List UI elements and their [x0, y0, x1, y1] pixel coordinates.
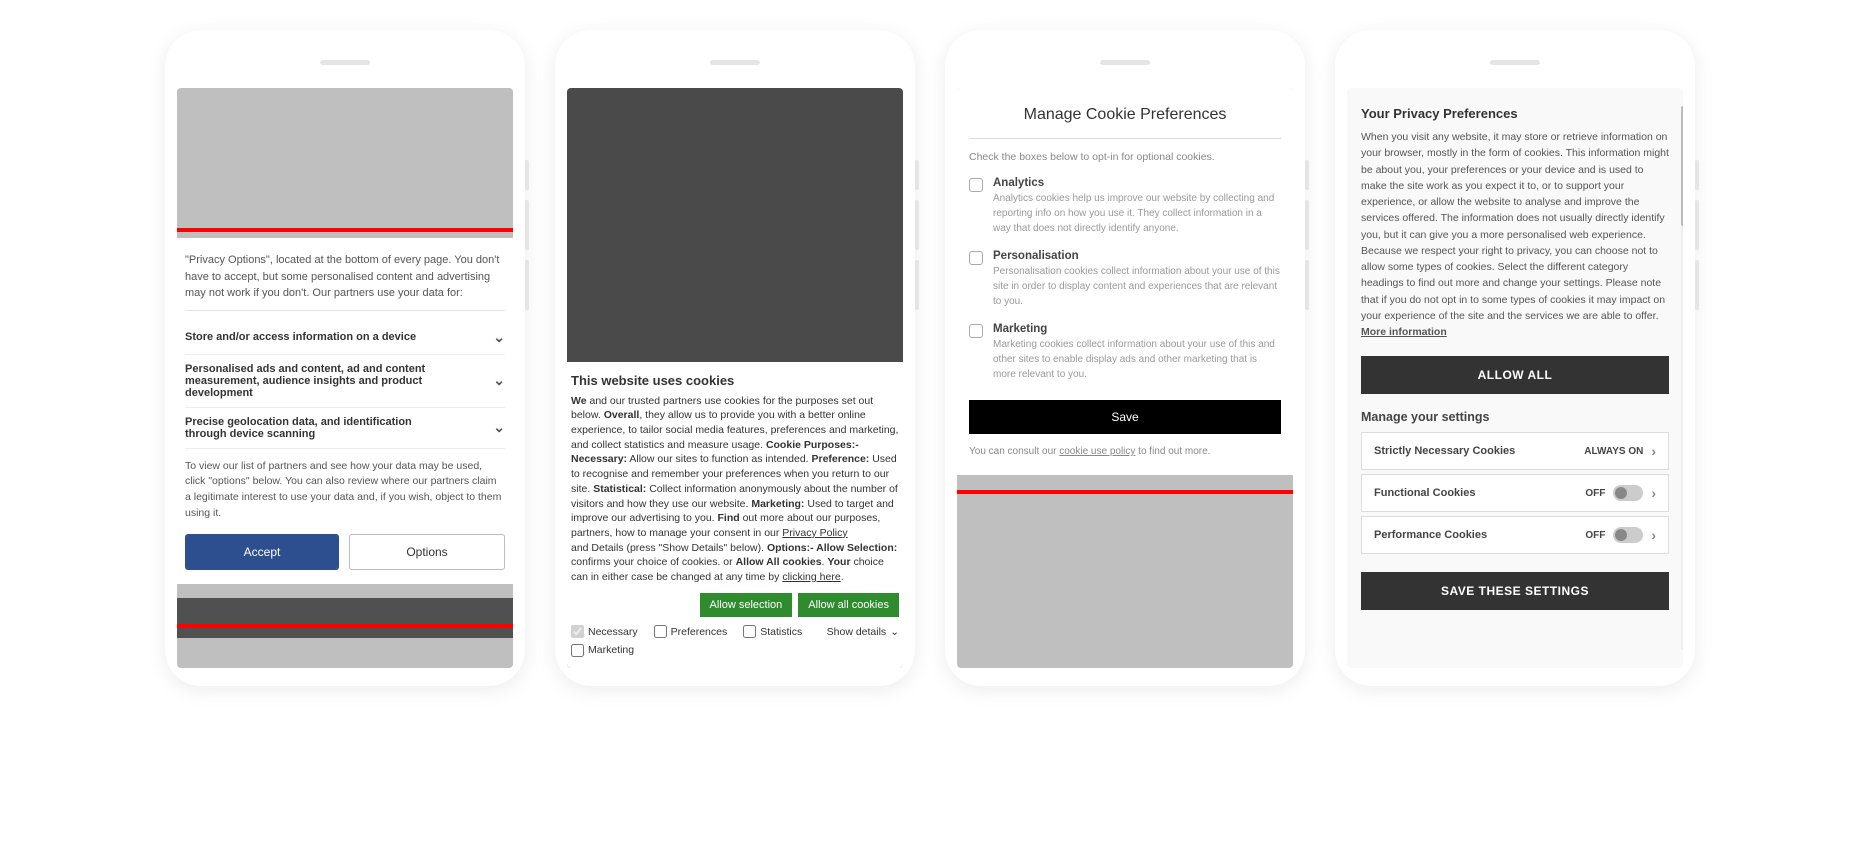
statistics-checkbox[interactable]: Statistics — [743, 625, 802, 640]
preferences-checkbox[interactable]: Preferences — [654, 625, 728, 640]
setting-state: ALWAYS ON — [1584, 446, 1643, 457]
modal-title: This website uses cookies — [571, 372, 899, 390]
phone-screen: "Privacy Options", located at the bottom… — [177, 88, 513, 668]
option-description: Marketing cookies collect information ab… — [993, 337, 1281, 382]
modal-title: Your Privacy Preferences — [1361, 106, 1669, 121]
personalisation-checkbox[interactable] — [969, 251, 983, 265]
allow-selection-button[interactable]: Allow selection — [700, 593, 793, 617]
phone-side-button — [1305, 260, 1309, 310]
setting-label: Performance Cookies — [1374, 529, 1487, 541]
modal-body-text: We and our trusted partners use cookies … — [571, 394, 899, 585]
cookie-policy-link[interactable]: cookie use policy — [1059, 446, 1135, 457]
chevron-down-icon: ⌄ — [493, 372, 505, 389]
cookie-preferences-modal: Manage Cookie Preferences Check the boxe… — [957, 88, 1293, 475]
phone-mockup-1: "Privacy Options", located at the bottom… — [165, 30, 525, 686]
setting-performance[interactable]: Performance Cookies OFF › — [1361, 516, 1669, 554]
setting-strictly-necessary[interactable]: Strictly Necessary Cookies ALWAYS ON › — [1361, 432, 1669, 470]
phone-speaker — [710, 60, 760, 65]
phone-side-button — [1695, 260, 1699, 310]
toggle-switch[interactable] — [1613, 485, 1643, 501]
purpose-label: Precise geolocation data, and identifica… — [185, 416, 445, 440]
marketing-checkbox[interactable]: Marketing — [571, 643, 899, 658]
setting-functional[interactable]: Functional Cookies OFF › — [1361, 474, 1669, 512]
cookie-option-analytics: Analytics Analytics cookies help us impr… — [969, 177, 1281, 236]
phone-side-button — [525, 160, 529, 190]
cookie-option-marketing: Marketing Marketing cookies collect info… — [969, 323, 1281, 382]
phone-screen: This website uses cookies We and our tru… — [567, 88, 903, 668]
purpose-label: Personalised ads and content, ad and con… — [185, 363, 445, 399]
setting-state: OFF — [1585, 488, 1605, 499]
phone-side-button — [1305, 200, 1309, 250]
phone-side-button — [1695, 160, 1699, 190]
setting-label: Functional Cookies — [1374, 487, 1475, 499]
phone-side-button — [915, 160, 919, 190]
save-button[interactable]: Save — [969, 400, 1281, 434]
phone-side-button — [1695, 200, 1699, 250]
phone-mockup-4: Your Privacy Preferences When you visit … — [1335, 30, 1695, 686]
options-button[interactable]: Options — [349, 534, 505, 570]
save-settings-button[interactable]: SAVE THESE SETTINGS — [1361, 572, 1669, 610]
option-description: Personalisation cookies collect informat… — [993, 264, 1281, 309]
consent-note-text: To view our list of partners and see how… — [185, 459, 505, 522]
chevron-down-icon: ⌄ — [493, 419, 505, 436]
purpose-row[interactable]: Precise geolocation data, and identifica… — [185, 408, 505, 449]
more-information-link[interactable]: More information — [1361, 326, 1447, 338]
modal-subtitle: Check the boxes below to opt-in for opti… — [969, 151, 1281, 163]
phone-screen: Your Privacy Preferences When you visit … — [1347, 88, 1683, 668]
phone-speaker — [1490, 60, 1540, 65]
phone-mockup-3: Manage Cookie Preferences Check the boxe… — [945, 30, 1305, 686]
necessary-checkbox[interactable]: Necessary — [571, 625, 638, 640]
cookie-consent-modal: "Privacy Options", located at the bottom… — [177, 238, 513, 584]
setting-label: Strictly Necessary Cookies — [1374, 445, 1515, 457]
purpose-row[interactable]: Personalised ads and content, ad and con… — [185, 355, 505, 408]
analytics-checkbox[interactable] — [969, 178, 983, 192]
phone-speaker — [1100, 60, 1150, 65]
phone-side-button — [525, 200, 529, 250]
scrollbar[interactable] — [1681, 106, 1683, 650]
chevron-right-icon: › — [1651, 527, 1656, 543]
phone-speaker — [320, 60, 370, 65]
cookie-option-personalisation: Personalisation Personalisation cookies … — [969, 250, 1281, 309]
chevron-right-icon: › — [1651, 443, 1656, 459]
privacy-policy-link[interactable]: Privacy Policy — [782, 527, 847, 539]
show-details-toggle[interactable]: Show details⌄ — [827, 625, 899, 640]
option-title: Analytics — [993, 177, 1281, 189]
option-title: Personalisation — [993, 250, 1281, 262]
chevron-down-icon: ⌄ — [493, 329, 505, 346]
clicking-here-link[interactable]: clicking here — [782, 571, 840, 583]
setting-state: OFF — [1585, 530, 1605, 541]
option-description: Analytics cookies help us improve our we… — [993, 191, 1281, 236]
toggle-switch[interactable] — [1613, 527, 1643, 543]
phone-side-button — [525, 260, 529, 310]
phone-side-button — [915, 200, 919, 250]
modal-title: Manage Cookie Preferences — [969, 106, 1281, 139]
phone-side-button — [1305, 160, 1309, 190]
consent-intro-text: "Privacy Options", located at the bottom… — [185, 252, 505, 311]
allow-all-button[interactable]: ALLOW ALL — [1361, 356, 1669, 394]
phone-side-button — [915, 260, 919, 310]
allow-all-cookies-button[interactable]: Allow all cookies — [798, 593, 899, 617]
manage-settings-heading: Manage your settings — [1361, 410, 1669, 424]
purpose-row[interactable]: Store and/or access information on a dev… — [185, 321, 505, 355]
chevron-right-icon: › — [1651, 485, 1656, 501]
privacy-preferences-modal: Your Privacy Preferences When you visit … — [1347, 88, 1683, 668]
marketing-checkbox[interactable] — [969, 324, 983, 338]
phone-screen: Manage Cookie Preferences Check the boxe… — [957, 88, 1293, 668]
purpose-label: Store and/or access information on a dev… — [185, 331, 416, 343]
phone-mockup-2: This website uses cookies We and our tru… — [555, 30, 915, 686]
modal-body-text: When you visit any website, it may store… — [1361, 129, 1669, 340]
accept-button[interactable]: Accept — [185, 534, 339, 570]
cookie-consent-modal: This website uses cookies We and our tru… — [567, 362, 903, 669]
chevron-down-icon: ⌄ — [890, 625, 899, 640]
modal-footer-text: You can consult our cookie use policy to… — [969, 446, 1281, 457]
option-title: Marketing — [993, 323, 1281, 335]
